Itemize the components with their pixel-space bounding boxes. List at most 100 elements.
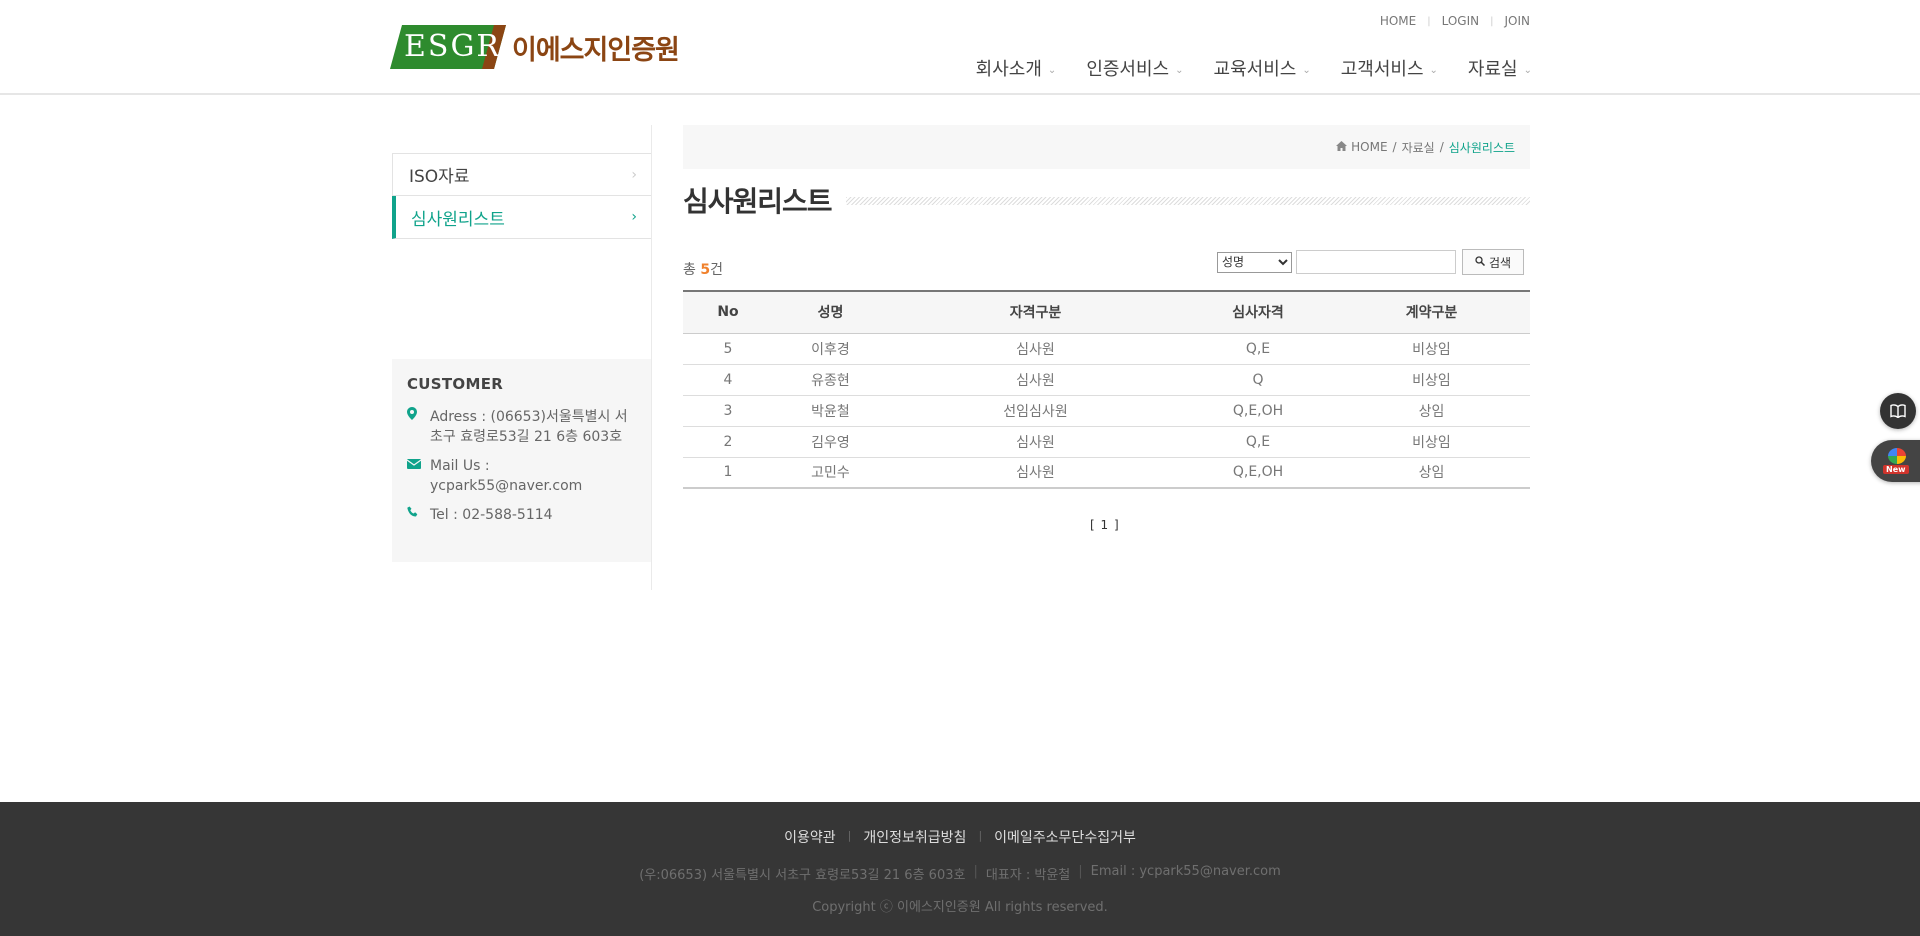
search-input[interactable] [1296, 250, 1456, 274]
chevron-down-icon: ⌄ [1175, 64, 1184, 76]
cell-audit-scope: Q,E,OH [1183, 395, 1333, 427]
envelope-icon [406, 456, 430, 496]
search-form: 성명 검색 [1217, 249, 1524, 275]
site-header: ESGR 이에스지인증원 HOME | LOGIN | JOIN 회사소개 ⌄ 인… [0, 0, 1920, 95]
sidebar-item-auditor-list[interactable]: 심사원리스트 › [392, 196, 651, 239]
footer-email: Email : ycpark55@naver.com [1090, 864, 1281, 879]
cell-name: 김우영 [773, 426, 888, 458]
footer-link-terms[interactable]: 이용약관 [784, 827, 836, 847]
new-badge: New [1883, 465, 1909, 474]
breadcrumb-home[interactable]: HOME [1351, 140, 1387, 154]
breadcrumb-current: 심사원리스트 [1448, 140, 1515, 155]
search-button-label: 검색 [1488, 255, 1512, 270]
search-button[interactable]: 검색 [1462, 249, 1524, 275]
breadcrumb-parent[interactable]: 자료실 [1402, 139, 1435, 156]
total-number: 5 [700, 262, 711, 278]
page-title: 심사원리스트 [683, 180, 846, 220]
chevron-down-icon: ⌄ [1429, 64, 1438, 76]
cell-no: 5 [683, 333, 773, 365]
table-row[interactable]: 5 이후경 심사원 Q,E 비상임 [683, 333, 1530, 365]
customer-title: CUSTOMER [407, 375, 504, 393]
footer-address: (우:06653) 서울특별시 서초구 효령로53길 21 6층 603호 [639, 868, 966, 883]
customer-address: Adress : (06653)서울특별시 서초구 효령로53길 21 6층 6… [407, 407, 636, 447]
cell-no: 2 [683, 426, 773, 458]
nav-item-education[interactable]: 교육서비스 ⌄ [1214, 55, 1311, 81]
logo-mark: ESGR [390, 25, 506, 69]
cell-no: 3 [683, 395, 773, 427]
cell-qualification: 심사원 [888, 457, 1183, 489]
sidebar-menu: ISO자료 › 심사원리스트 › [392, 153, 651, 239]
cell-name: 박윤철 [773, 395, 888, 427]
chevron-down-icon: ⌄ [1047, 64, 1057, 76]
sidebar-item-label: 심사원리스트 [411, 209, 505, 230]
phone-icon [407, 505, 430, 525]
site-logo[interactable]: ESGR 이에스지인증원 [390, 24, 680, 70]
cell-qualification: 심사원 [888, 426, 1183, 458]
footer-copyright: Copyright ⓒ 이에스지인증원 All rights reserved. [812, 900, 1108, 915]
total-count: 총 5건 [683, 259, 723, 279]
nav-label: 자료실 [1467, 59, 1518, 80]
column-header-name: 성명 [773, 290, 888, 334]
sidebar-divider [651, 125, 652, 590]
cell-no: 4 [683, 364, 773, 396]
nav-label: 고객서비스 [1340, 59, 1424, 80]
total-suffix: 건 [710, 262, 723, 278]
footer-company-info: (우:06653) 서울특별시 서초구 효령로53길 21 6층 603호 | … [0, 864, 1920, 883]
page-title-bar: 심사원리스트 [683, 180, 1530, 220]
customer-mail: Mail Us : ycpark55@naver.com [406, 456, 636, 496]
nav-item-certification[interactable]: 인증서비스 ⌄ [1086, 55, 1183, 81]
logo-text-en: ESGR [404, 29, 502, 64]
divider: | [1078, 864, 1083, 879]
nav-item-customer-service[interactable]: 고객서비스 ⌄ [1341, 55, 1438, 81]
cell-contract: 상임 [1333, 457, 1530, 489]
table-row[interactable]: 3 박윤철 선임심사원 Q,E,OH 상임 [683, 395, 1530, 427]
cell-audit-scope: Q,E,OH [1183, 457, 1333, 489]
nav-label: 회사소개 [975, 59, 1042, 80]
chevron-down-icon: ⌄ [1523, 64, 1532, 76]
search-field-select[interactable]: 성명 [1217, 251, 1292, 273]
top-link-login[interactable]: LOGIN [1431, 14, 1491, 30]
chevron-right-icon: › [631, 166, 637, 183]
column-header-qualification: 자격구분 [888, 290, 1183, 334]
nav-item-resources[interactable]: 자료실 ⌄ [1468, 55, 1532, 81]
pagination[interactable]: [ 1 ] [1090, 518, 1120, 532]
table-header-row: No 성명 자격구분 심사자격 계약구분 [683, 290, 1530, 334]
nav-item-about[interactable]: 회사소개 ⌄ [976, 55, 1057, 81]
cell-contract: 상임 [1333, 395, 1530, 427]
breadcrumb-separator: / [1392, 140, 1397, 154]
sidebar-item-iso-resources[interactable]: ISO자료 › [392, 153, 651, 196]
cell-audit-scope: Q,E [1183, 333, 1333, 365]
column-header-no: No [683, 290, 773, 334]
top-utility-nav: HOME | LOGIN | JOIN [1369, 14, 1530, 30]
cell-qualification: 선임심사원 [888, 395, 1183, 427]
extension-widget-button[interactable]: New [1871, 440, 1920, 482]
column-header-audit-scope: 심사자격 [1183, 290, 1333, 334]
search-icon [1475, 255, 1485, 269]
cell-audit-scope: Q,E [1183, 426, 1333, 458]
cell-contract: 비상임 [1333, 333, 1530, 365]
breadcrumb-separator: / [1439, 140, 1444, 154]
total-prefix: 총 [683, 262, 696, 278]
book-icon[interactable] [1880, 393, 1916, 429]
footer-links: 이용약관 | 개인정보취급방침 | 이메일주소무단수집거부 [0, 827, 1920, 847]
customer-info-box: CUSTOMER Adress : (06653)서울특별시 서초구 효령로53… [392, 359, 651, 562]
title-decoration [845, 197, 1530, 205]
footer-link-privacy[interactable]: 개인정보취급방침 [863, 827, 966, 847]
main-nav: 회사소개 ⌄ 인증서비스 ⌄ 교육서비스 ⌄ 고객서비스 ⌄ 자료실 ⌄ [946, 55, 1532, 81]
top-link-home[interactable]: HOME [1369, 14, 1427, 30]
cell-no: 1 [683, 457, 773, 489]
site-footer: 이용약관 | 개인정보취급방침 | 이메일주소무단수집거부 (우:06653) … [0, 802, 1920, 936]
customer-mail-text: Mail Us : ycpark55@naver.com [430, 458, 583, 494]
cell-audit-scope: Q [1183, 364, 1333, 396]
top-link-join[interactable]: JOIN [1494, 14, 1531, 30]
footer-link-email-policy[interactable]: 이메일주소무단수집거부 [994, 827, 1136, 847]
map-marker-icon [407, 407, 430, 447]
divider: | [978, 829, 983, 842]
cell-qualification: 심사원 [888, 364, 1183, 396]
table-row[interactable]: 2 김우영 심사원 Q,E 비상임 [683, 426, 1530, 458]
table-row[interactable]: 4 유종현 심사원 Q 비상임 [683, 364, 1530, 396]
cell-name: 유종현 [773, 364, 888, 396]
nav-label: 인증서비스 [1086, 59, 1170, 80]
divider: | [847, 829, 852, 842]
table-row[interactable]: 1 고민수 심사원 Q,E,OH 상임 [683, 457, 1530, 489]
